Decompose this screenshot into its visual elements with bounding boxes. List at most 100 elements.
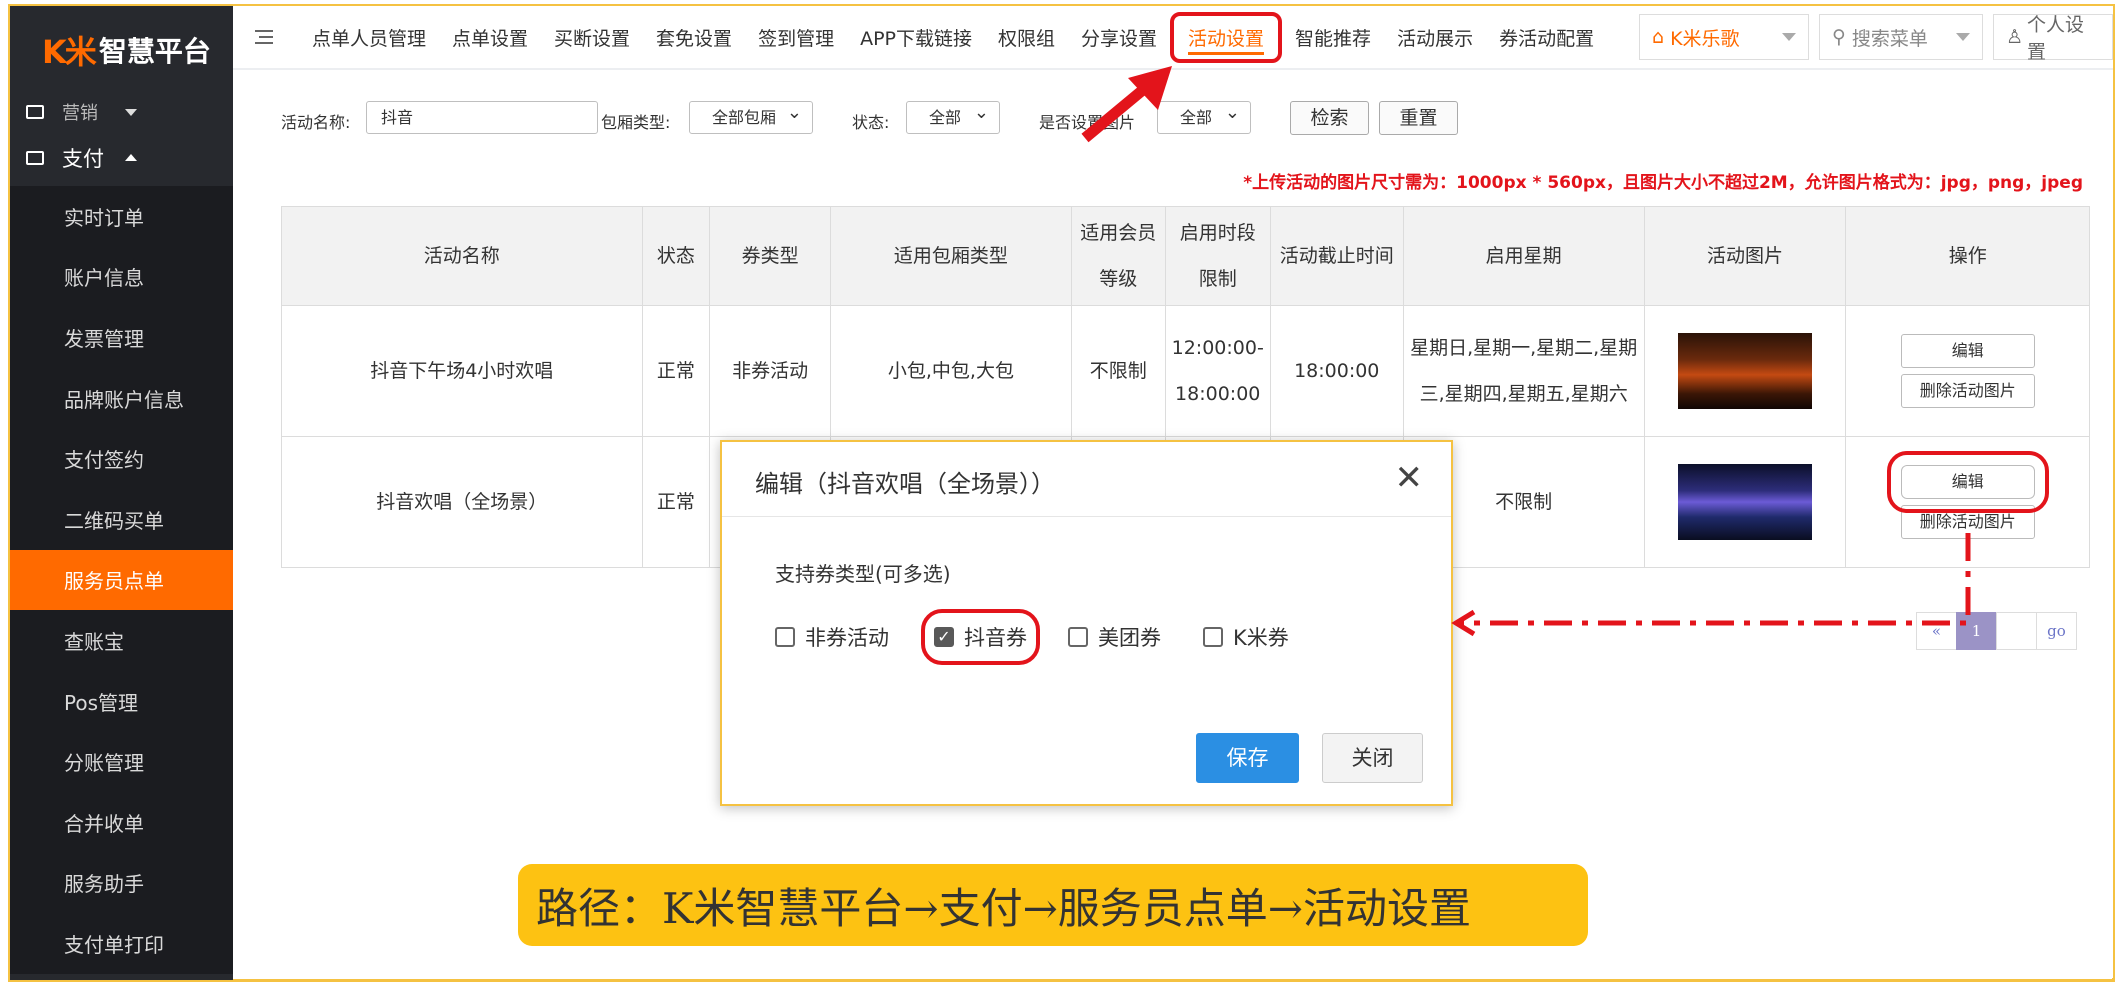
checkbox-non-coupon[interactable]: 非券活动	[775, 622, 889, 652]
sidebar-item-split-account[interactable]: 分账管理	[10, 731, 233, 792]
logo-text: 智慧平台	[98, 35, 211, 68]
tab-smart-recommend[interactable]: 智能推荐	[1282, 24, 1384, 51]
filter-bar: 活动名称: 抖音 包厢类型: 全部包厢 状态: 全部 是否设置图片 全部 检索 …	[281, 97, 2113, 137]
checkbox-label: 抖音券	[964, 626, 1027, 650]
checkbox-icon	[1203, 627, 1223, 647]
tab-activity-settings[interactable]: 活动设置	[1170, 11, 1283, 63]
money-icon	[26, 151, 44, 165]
tab-coupon-activity[interactable]: 券活动配置	[1486, 24, 1607, 51]
tab-package-free[interactable]: 套免设置	[643, 24, 745, 51]
room-type-select[interactable]: 全部包厢	[689, 97, 813, 134]
cell-member-level: 不限制	[1070, 305, 1166, 437]
sidebar-item-qrcode-pay[interactable]: 二维码买单	[10, 488, 233, 550]
col-header-weekdays: 启用星期	[1402, 206, 1645, 306]
col-header-member-level: 适用会员等级	[1070, 206, 1166, 306]
activity-name-label: 活动名称:	[281, 113, 351, 132]
cell-actions: 编辑 删除活动图片	[1845, 305, 2090, 437]
pager-prev-button[interactable]: «	[1916, 612, 1957, 650]
close-icon[interactable]: ✕	[1395, 458, 1424, 498]
cell-image	[1643, 436, 1847, 568]
store-selector[interactable]: ⌂ K米乐歌	[1639, 14, 1809, 60]
cell-room-type: 小包,中包,大包	[829, 305, 1072, 437]
cell-weekdays: 星期日,星期一,星期二,星期三,星期四,星期五,星期六	[1402, 305, 1645, 437]
sidebar-item-receipt-print[interactable]: 支付单打印	[10, 913, 233, 974]
path-banner: 路径：K米智慧平台→支付→服务员点单→活动设置	[518, 864, 1588, 946]
sidebar-group-marketing[interactable]: 营销	[10, 94, 233, 130]
sidebar-item-invoice[interactable]: 发票管理	[10, 307, 233, 368]
edit-coupon-modal: 编辑（抖音欢唱（全场景）） ✕ 支持券类型(可多选) 非券活动 ✓ 抖音券 美团…	[720, 440, 1453, 806]
checkbox-douyin-coupon[interactable]: ✓ 抖音券	[921, 609, 1040, 665]
col-header-time-limit: 启用时段限制	[1164, 206, 1271, 306]
checkbox-meituan-coupon[interactable]: 美团券	[1068, 622, 1161, 652]
edit-button[interactable]: 编辑	[1886, 451, 2049, 513]
reset-button[interactable]: 重置	[1379, 101, 1458, 135]
edit-button[interactable]: 编辑	[1900, 334, 2035, 368]
sidebar-item-pay-contract[interactable]: 支付签约	[10, 428, 233, 489]
checkbox-label: 美团券	[1098, 626, 1161, 650]
col-header-deadline: 活动截止时间	[1269, 206, 1404, 306]
cell-coupon-type: 非券活动	[709, 305, 831, 437]
pagination: « 1 go	[1916, 612, 2077, 650]
checkbox-label: K米券	[1233, 626, 1289, 650]
tab-permission-group[interactable]: 权限组	[985, 24, 1068, 51]
menu-search[interactable]: ⚲ 搜索菜单	[1819, 14, 1983, 60]
sidebar-item-brand-account[interactable]: 品牌账户信息	[10, 367, 233, 429]
top-nav-right: ⌂ K米乐歌 ⚲ 搜索菜单 ♙ 个人设置	[1639, 6, 2113, 68]
modal-title: 编辑（抖音欢唱（全场景））	[755, 470, 1055, 498]
delete-image-button[interactable]: 删除活动图片	[1900, 374, 2035, 408]
tab-activity-display[interactable]: 活动展示	[1384, 24, 1486, 51]
chevron-up-icon	[125, 154, 137, 161]
col-header-image: 活动图片	[1643, 206, 1847, 306]
pager-go-button[interactable]: go	[2036, 612, 2077, 650]
user-settings-label: 个人设置	[2027, 14, 2085, 63]
cell-status: 正常	[641, 436, 711, 568]
pager-jump-input[interactable]	[1996, 612, 2037, 650]
sidebar-item-account-check[interactable]: 查账宝	[10, 610, 233, 671]
sidebar-group-payment[interactable]: 支付	[10, 130, 233, 186]
chevron-down-icon	[125, 109, 137, 116]
checkbox-icon	[775, 627, 795, 647]
col-header-coupon-type: 券类型	[709, 206, 831, 306]
search-icon: ⚲	[1832, 26, 1846, 48]
sidebar-item-merge-collect[interactable]: 合并收单	[10, 791, 233, 853]
search-button[interactable]: 检索	[1290, 101, 1369, 135]
menu-collapse-icon[interactable]	[255, 29, 277, 45]
dropdown-arrow-icon	[1782, 33, 1796, 41]
status-select[interactable]: 全部	[906, 97, 1000, 134]
tab-order-staff[interactable]: 点单人员管理	[299, 24, 439, 51]
sidebar-item-waiter-order[interactable]: 服务员点单	[10, 549, 233, 611]
coupon-type-label: 支持券类型(可多选)	[775, 562, 951, 586]
cell-name: 抖音欢唱（全场景）	[281, 436, 643, 568]
sidebar-item-service-assistant[interactable]: 服务助手	[10, 852, 233, 914]
sidebar-item-realtime-orders[interactable]: 实时订单	[10, 186, 233, 247]
tab-app-download[interactable]: APP下载链接	[847, 24, 985, 51]
image-set-select[interactable]: 全部	[1157, 97, 1251, 134]
dropdown-arrow-icon	[1956, 33, 1970, 41]
close-button[interactable]: 关闭	[1322, 733, 1423, 783]
sidebar-item-account-info[interactable]: 账户信息	[10, 246, 233, 308]
tab-checkin[interactable]: 签到管理	[745, 24, 847, 51]
activity-image-thumbnail[interactable]	[1678, 333, 1813, 409]
tab-order-settings[interactable]: 点单设置	[439, 24, 541, 51]
cell-image	[1643, 305, 1847, 437]
delete-image-button[interactable]: 删除活动图片	[1900, 505, 2035, 539]
user-settings[interactable]: ♙ 个人设置	[1993, 14, 2113, 63]
top-nav: 点单人员管理 点单设置 买断设置 套免设置 签到管理 APP下载链接 权限组 分…	[233, 6, 2113, 70]
activity-name-input[interactable]: 抖音	[366, 101, 598, 134]
checkbox-kmi-coupon[interactable]: K米券	[1203, 622, 1289, 652]
tab-buyout-settings[interactable]: 买断设置	[541, 24, 643, 51]
sidebar-group-label: 支付	[62, 147, 104, 171]
cell-deadline: 18:00:00	[1269, 305, 1404, 437]
tab-share-settings[interactable]: 分享设置	[1068, 24, 1170, 51]
user-icon: ♙	[2006, 26, 2024, 48]
platform-logo: K米 智慧平台	[10, 6, 233, 94]
activity-image-thumbnail[interactable]	[1678, 464, 1813, 540]
table-header-row: 活动名称 状态 券类型 适用包厢类型 适用会员等级 启用时段限制 活动截止时间 …	[281, 206, 2090, 306]
col-header-room-type: 适用包厢类型	[829, 206, 1072, 306]
cell-time-limit: 12:00:00-18:00:00	[1164, 305, 1271, 437]
sidebar-item-pos[interactable]: Pos管理	[10, 670, 233, 732]
save-button[interactable]: 保存	[1196, 733, 1299, 783]
pager-current-page[interactable]: 1	[1956, 612, 1997, 650]
upload-notice: *上传活动的图片尺寸需为：1000px * 560px，且图片大小不超过2M，允…	[1243, 173, 2083, 193]
cell-actions: 编辑 删除活动图片	[1845, 436, 2090, 568]
